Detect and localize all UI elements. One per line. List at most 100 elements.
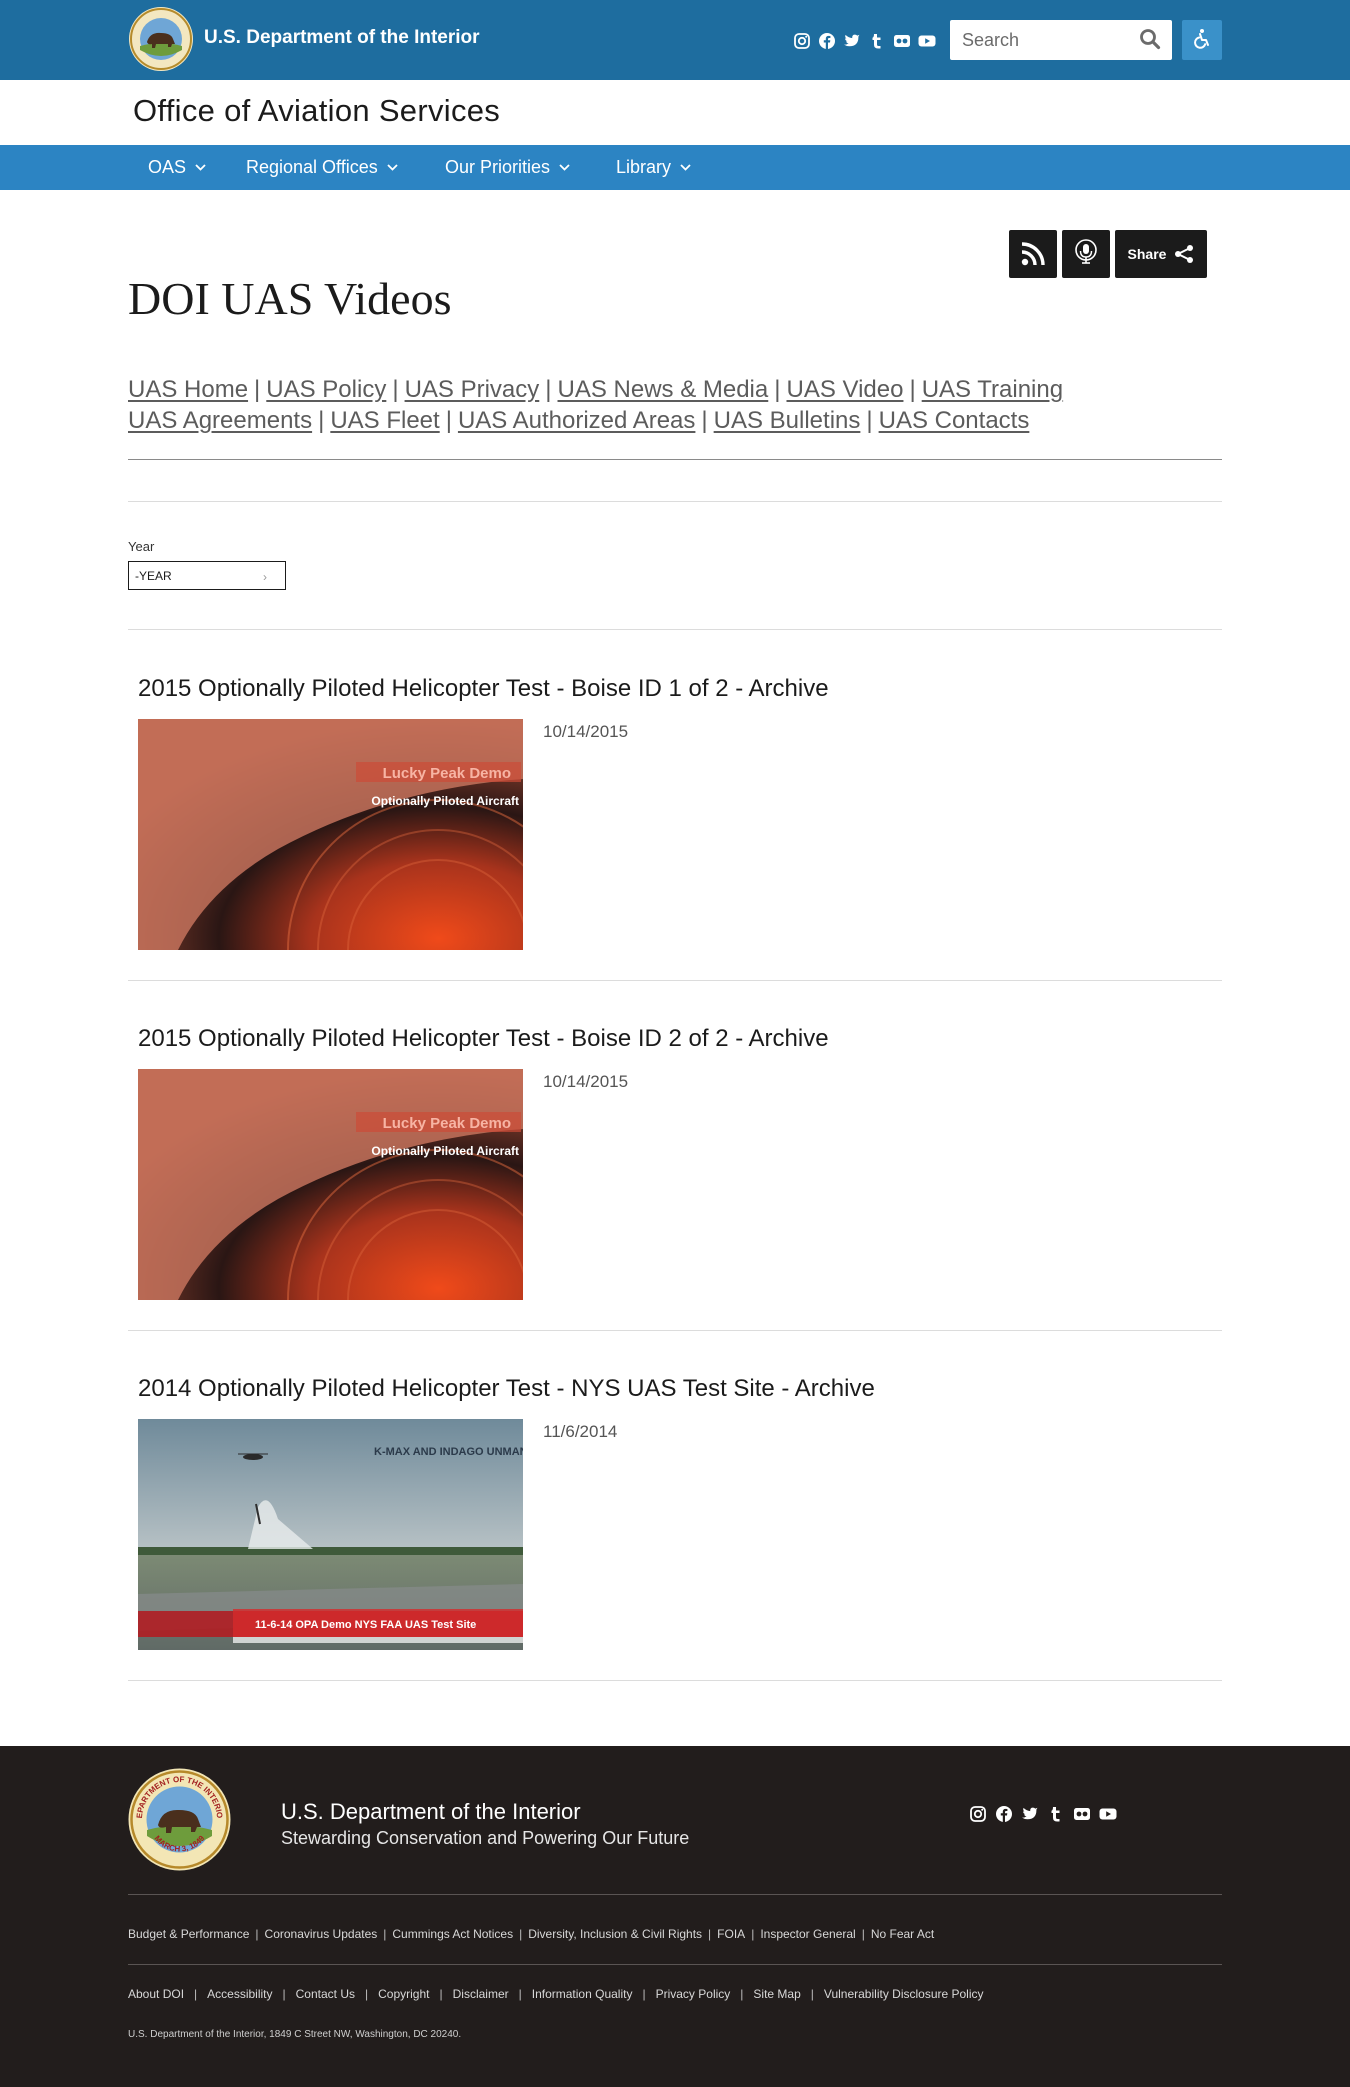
uas-link-home[interactable]: UAS Home: [128, 376, 248, 403]
uas-link-privacy[interactable]: UAS Privacy: [405, 376, 540, 403]
site-footer: DEPARTMENT OF THE INTERIOR MARCH 3, 1849…: [0, 1746, 1350, 2087]
footer-link-site-map[interactable]: Site Map: [753, 1987, 800, 2001]
footer-address: U.S. Department of the Interior, 1849 C …: [128, 2029, 462, 2040]
search-button[interactable]: [1138, 28, 1162, 52]
podcast-icon: [1075, 239, 1097, 264]
video-date: 10/14/2015: [543, 1072, 629, 1091]
footer-link-budget[interactable]: Budget & Performance: [128, 1927, 249, 1941]
thumb-caption-title: K-MAX AND INDAGO UNMANNED DE: [374, 1446, 523, 1458]
section-divider: [128, 459, 1222, 460]
footer-link-foia[interactable]: FOIA: [717, 1927, 745, 1941]
search-input[interactable]: [962, 29, 1132, 51]
year-select[interactable]: -YEAR ›: [128, 561, 286, 590]
social-links-header: [793, 31, 936, 51]
nav-item-regional-offices[interactable]: Regional Offices: [246, 145, 399, 190]
footer-org-name[interactable]: U.S. Department of the Interior: [281, 1799, 581, 1825]
uas-link-news-media[interactable]: UAS News & Media: [558, 376, 769, 403]
rss-button[interactable]: [1009, 230, 1057, 278]
link-separator: |: [194, 1987, 198, 2001]
year-select-value: -YEAR: [135, 569, 172, 583]
tumblr-icon[interactable]: [868, 32, 886, 50]
footer-link-contact-us[interactable]: Contact Us: [296, 1987, 355, 2001]
footer-tagline: Stewarding Conservation and Powering Our…: [281, 1828, 690, 1848]
thumb-caption-subtitle: Optionally Piloted Aircraft: [371, 794, 519, 808]
video-title[interactable]: 2015 Optionally Piloted Helicopter Test …: [138, 675, 829, 703]
youtube-icon[interactable]: [918, 32, 936, 50]
link-separator: |: [701, 407, 708, 434]
twitter-icon[interactable]: [1021, 1805, 1039, 1823]
uas-link-authorized-areas[interactable]: UAS Authorized Areas: [458, 407, 695, 434]
footer-link-accessibility[interactable]: Accessibility: [207, 1987, 272, 2001]
share-label: Share: [1127, 246, 1167, 262]
uas-link-training[interactable]: UAS Training: [922, 376, 1063, 403]
footer-link-disclaimer[interactable]: Disclaimer: [453, 1987, 509, 2001]
chevron-right-icon: ›: [263, 570, 267, 584]
facebook-icon[interactable]: [818, 32, 836, 50]
link-separator: |: [909, 376, 916, 403]
link-separator: |: [861, 1927, 865, 1941]
link-separator: |: [774, 376, 781, 403]
nav-item-oas[interactable]: OAS: [148, 145, 207, 190]
video-thumbnail[interactable]: K-MAX AND INDAGO UNMANNED DE 11-6-14 OPA…: [138, 1419, 523, 1650]
nav-item-library[interactable]: Library: [616, 145, 692, 190]
footer-link-about-doi[interactable]: About DOI: [128, 1987, 184, 2001]
uas-link-bulletins[interactable]: UAS Bulletins: [714, 407, 861, 434]
main-nav: OAS Regional Offices Our Priorities Libr…: [0, 145, 1350, 190]
doi-seal-logo[interactable]: [128, 6, 194, 72]
video-title[interactable]: 2014 Optionally Piloted Helicopter Test …: [138, 1375, 875, 1403]
search-box: [950, 20, 1172, 60]
footer-seal-icon[interactable]: DEPARTMENT OF THE INTERIOR MARCH 3, 1849: [128, 1768, 231, 1871]
flickr-icon[interactable]: [1073, 1805, 1091, 1823]
video-date: 11/6/2014: [543, 1422, 618, 1441]
video-thumbnail-image: Lucky Peak Demo Optionally Piloted Aircr…: [138, 719, 523, 950]
video-thumbnail-image: Lucky Peak Demo Optionally Piloted Aircr…: [138, 1069, 523, 1300]
accessibility-icon: [1194, 28, 1209, 49]
social-links-footer: [969, 1805, 1117, 1823]
chevron-down-icon: [559, 164, 570, 171]
nav-item-label: OAS: [148, 157, 187, 177]
chevron-down-icon: [680, 164, 691, 171]
footer-link-copyright[interactable]: Copyright: [378, 1987, 429, 2001]
uas-link-agreements[interactable]: UAS Agreements: [128, 407, 312, 434]
link-separator: |: [519, 1927, 523, 1941]
uas-link-fleet[interactable]: UAS Fleet: [330, 407, 439, 434]
year-filter-label: Year: [128, 539, 155, 554]
link-separator: |: [255, 1927, 259, 1941]
link-separator: |: [545, 376, 552, 403]
office-title[interactable]: Office of Aviation Services: [133, 93, 500, 129]
youtube-icon[interactable]: [1099, 1805, 1117, 1823]
video-thumbnail[interactable]: Lucky Peak Demo Optionally Piloted Aircr…: [138, 719, 523, 950]
video-title[interactable]: 2015 Optionally Piloted Helicopter Test …: [138, 1025, 829, 1053]
footer-link-coronavirus[interactable]: Coronavirus Updates: [265, 1927, 378, 1941]
footer-link-cummings-act[interactable]: Cummings Act Notices: [392, 1927, 513, 1941]
uas-link-video[interactable]: UAS Video: [786, 376, 903, 403]
agency-name[interactable]: U.S. Department of the Interior: [204, 27, 480, 49]
nav-item-our-priorities[interactable]: Our Priorities: [445, 145, 571, 190]
link-separator: |: [365, 1987, 369, 2001]
flickr-icon[interactable]: [893, 32, 911, 50]
share-button[interactable]: Share: [1115, 230, 1207, 278]
top-header: U.S. Department of the Interior: [0, 0, 1350, 80]
uas-link-policy[interactable]: UAS Policy: [266, 376, 386, 403]
instagram-icon[interactable]: [793, 32, 811, 50]
podcast-button[interactable]: [1062, 230, 1110, 278]
footer-link-diversity[interactable]: Diversity, Inclusion & Civil Rights: [528, 1927, 702, 1941]
thumb-caption-title: Lucky Peak Demo: [383, 765, 511, 782]
instagram-icon[interactable]: [969, 1805, 987, 1823]
video-thumbnail[interactable]: Lucky Peak Demo Optionally Piloted Aircr…: [138, 1069, 523, 1300]
tumblr-icon[interactable]: [1047, 1805, 1065, 1823]
accessibility-button[interactable]: [1182, 20, 1222, 60]
uas-link-contacts[interactable]: UAS Contacts: [879, 407, 1030, 434]
footer-link-privacy-policy[interactable]: Privacy Policy: [656, 1987, 731, 2001]
uas-links-row-1: UAS Home | UAS Policy | UAS Privacy | UAS News…: [128, 374, 1128, 405]
link-separator: |: [318, 407, 325, 434]
link-separator: |: [518, 1987, 522, 2001]
footer-link-vulnerability-disclosure[interactable]: Vulnerability Disclosure Policy: [824, 1987, 984, 2001]
twitter-icon[interactable]: [843, 32, 861, 50]
footer-link-no-fear-act[interactable]: No Fear Act: [871, 1927, 934, 1941]
link-separator: |: [383, 1927, 387, 1941]
facebook-icon[interactable]: [995, 1805, 1013, 1823]
footer-link-information-quality[interactable]: Information Quality: [532, 1987, 633, 2001]
footer-link-inspector-general[interactable]: Inspector General: [760, 1927, 855, 1941]
link-separator: |: [439, 1987, 443, 2001]
